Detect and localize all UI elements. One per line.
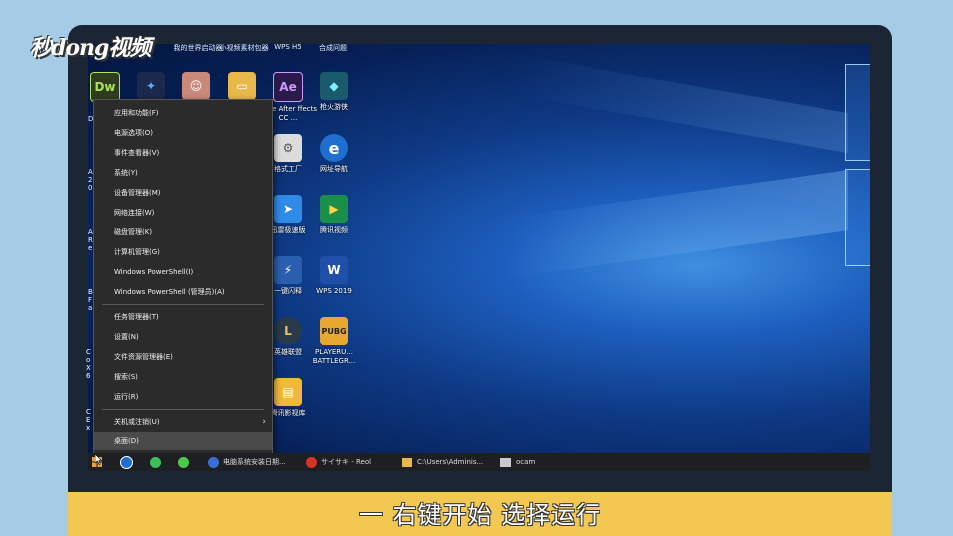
menu-item-powershell-admin[interactable]: Windows PowerShell (管理员)(A) xyxy=(94,283,272,301)
browser-button[interactable] xyxy=(150,453,161,471)
taskbar-app-2[interactable]: サイサキ - Reol xyxy=(306,453,371,471)
star-glyph: ✦ xyxy=(137,72,165,100)
folder-glyph: ▭ xyxy=(228,72,256,100)
menu-item-device-manager[interactable]: 设备管理器(M) xyxy=(94,184,272,202)
lightning-glyph: ⚡ xyxy=(274,256,302,284)
menu-item-file-explorer[interactable]: 文件资源管理器(E) xyxy=(94,348,272,366)
taskbar-app-3[interactable]: C:\Users\Adminis... xyxy=(402,453,483,471)
wechat-icon xyxy=(178,456,189,468)
mouse-cursor-icon xyxy=(95,454,102,465)
chevron-right-icon: › xyxy=(262,417,266,427)
media-player-button[interactable] xyxy=(120,453,133,471)
icon-label: 网址导航 xyxy=(320,165,348,173)
light-beam xyxy=(518,54,848,154)
browser-icon xyxy=(150,456,161,468)
menu-item-desktop[interactable]: 桌面(D) xyxy=(94,432,272,450)
taskbar-app-label: 电脑系统安装日期... xyxy=(223,458,286,466)
game-icon[interactable]: ◆ 枪火游侠 xyxy=(303,72,365,112)
media-player-icon xyxy=(120,455,133,469)
menu-item-powershell[interactable]: Windows PowerShell(I) xyxy=(94,263,272,281)
taskbar-app-label: ocam xyxy=(516,458,536,466)
menu-separator xyxy=(102,304,264,305)
start-context-menu: 应用和功能(F) 电源选项(O) 事件查看器(V) 系统(Y) 设备管理器(M)… xyxy=(93,99,273,454)
bird-glyph: ➤ xyxy=(274,195,302,223)
taskbar-app-1[interactable]: 电脑系统安装日期... xyxy=(208,453,286,471)
watermark-logo: 秒dong视频 xyxy=(30,35,151,61)
ae-glyph: Ae xyxy=(273,72,303,102)
menu-item-search[interactable]: 搜索(S) xyxy=(94,368,272,386)
taskbar-app-4[interactable]: ocam xyxy=(500,453,535,471)
taskbar: 电脑系统安装日期... サイサキ - Reol C:\Users\Adminis… xyxy=(88,453,870,471)
menu-item-settings[interactable]: 设置(N) xyxy=(94,328,272,346)
menu-item-shutdown[interactable]: 关机或注销(U) › xyxy=(94,413,272,431)
icon-label: WPS 2019 xyxy=(316,287,352,295)
menu-item-event-viewer[interactable]: 事件查看器(V) xyxy=(94,144,272,162)
menu-item-shutdown-label: 关机或注销(U) xyxy=(114,418,160,426)
pubg-glyph: PUBG xyxy=(320,317,348,345)
icon-label: PLAYERU... BATTLEGR... xyxy=(312,348,356,365)
taskbar-app-label: C:\Users\Adminis... xyxy=(417,458,484,466)
gear-glyph: ⚙ xyxy=(274,134,302,162)
play-glyph: ▶ xyxy=(320,195,348,223)
menu-item-run[interactable]: 运行(R) xyxy=(94,388,272,406)
dreamweaver-glyph: Dw xyxy=(90,72,120,102)
icon-label: 枪火游侠 xyxy=(320,103,348,111)
ocam-icon xyxy=(500,457,511,467)
icon-label: 腾讯视频 xyxy=(320,226,348,234)
menu-item-power-options[interactable]: 电源选项(O) xyxy=(94,124,272,142)
ie-glyph: e xyxy=(320,134,348,162)
tencent-video-icon[interactable]: ▶ 腾讯视频 xyxy=(303,195,365,235)
pubg-icon[interactable]: PUBG PLAYERU... BATTLEGR... xyxy=(303,317,365,366)
computer-app-icon xyxy=(208,456,219,468)
wechat-button[interactable] xyxy=(178,453,189,471)
menu-item-computer-management[interactable]: 计算机管理(G) xyxy=(94,243,272,261)
wps-glyph: W xyxy=(320,256,348,284)
windows-logo-pane xyxy=(845,169,870,266)
menu-item-disk-management[interactable]: 磁盘管理(K) xyxy=(94,223,272,241)
subtitle-caption: 一 右键开始 选择运行 xyxy=(358,501,602,529)
folder-icon xyxy=(402,457,412,467)
desktop-top-label[interactable]: 合成问题 xyxy=(303,43,363,53)
folder-glyph: ▤ xyxy=(274,378,302,406)
menu-item-task-manager[interactable]: 任务管理器(T) xyxy=(94,308,272,326)
menu-separator xyxy=(102,409,264,410)
menu-item-network-connections[interactable]: 网络连接(W) xyxy=(94,204,272,222)
menu-item-system[interactable]: 系统(Y) xyxy=(94,164,272,182)
lol-glyph: L xyxy=(274,317,302,345)
diamond-glyph: ◆ xyxy=(320,72,348,100)
light-beam xyxy=(508,170,848,278)
wps-icon[interactable]: W WPS 2019 xyxy=(303,256,365,296)
taskbar-app-label: サイサキ - Reol xyxy=(321,458,372,466)
internet-explorer-icon[interactable]: e 网址导航 xyxy=(303,134,365,174)
avatar-glyph: ☺ xyxy=(182,72,210,100)
menu-item-apps-features[interactable]: 应用和功能(F) xyxy=(94,104,272,122)
windows-logo-pane xyxy=(845,64,870,161)
netease-music-icon xyxy=(306,456,317,468)
